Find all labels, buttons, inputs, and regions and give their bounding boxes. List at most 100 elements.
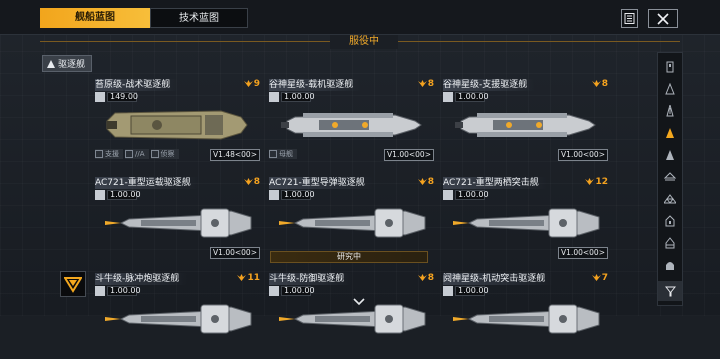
- ship-name: 谷神星级-载机驱逐舰: [269, 79, 362, 91]
- sidebar-item-class-10[interactable]: [658, 255, 682, 275]
- role-label: //A: [135, 150, 145, 158]
- sidebar-item-class-8[interactable]: [658, 211, 682, 231]
- close-button[interactable]: [648, 9, 678, 28]
- sidebar-item-class-1[interactable]: [658, 57, 682, 77]
- stat-icon: [95, 286, 105, 296]
- ship-name: 谷神星级-支援驱逐舰: [443, 79, 536, 91]
- role-icon: [95, 150, 103, 158]
- sidebar-filter-button[interactable]: [658, 281, 682, 301]
- blueprint-card[interactable]: 谷神星级-支援驱逐舰 8 1.00.00 V1.00<00>: [443, 79, 608, 165]
- stat-icon: [269, 286, 279, 296]
- ship-stat: 1.00.00: [269, 190, 315, 200]
- corvette-icon: [665, 83, 675, 95]
- sidebar-item-class-5[interactable]: [658, 145, 682, 165]
- sidebar-item-destroyer[interactable]: [658, 123, 682, 143]
- role-tag: 母舰: [269, 149, 297, 159]
- star-rating: 8: [591, 79, 608, 89]
- stat-icon: [95, 92, 105, 102]
- blueprint-card[interactable]: 谷神星级-载机驱逐舰 8 1.00.00 母舰 V1.00<00>: [269, 79, 434, 165]
- role-icon: [269, 150, 277, 158]
- sidebar-item-class-2[interactable]: [658, 79, 682, 99]
- sidebar-item-class-7[interactable]: [658, 189, 682, 209]
- sidebar-item-class-9[interactable]: [658, 233, 682, 253]
- ship-name: AC721-重型运载驱逐舰: [95, 177, 199, 189]
- role-label: 支援: [105, 150, 119, 158]
- role-tags: 母舰: [269, 149, 297, 159]
- role-tag: 侦察: [150, 149, 179, 159]
- star-count: 12: [595, 177, 608, 187]
- top-bar: 舰船蓝图 技术蓝图: [0, 0, 720, 35]
- research-status-bar: 研究中: [270, 251, 428, 263]
- commander-avatar[interactable]: [60, 271, 86, 297]
- ship-image: [105, 208, 252, 238]
- scroll-down-icon[interactable]: [353, 298, 365, 306]
- blueprint-card[interactable]: 苔原级-战术驱逐舰 9 149.00 支援 //A 侦察 V1.48<00>: [95, 79, 260, 165]
- blueprint-card[interactable]: 斗牛级-防御驱逐舰 8 1.00.00: [269, 273, 434, 359]
- frigate-icon: [666, 61, 674, 73]
- ship-stat: 1.00.00: [443, 92, 489, 102]
- filter-icon: [664, 286, 676, 296]
- star-count: 8: [427, 177, 434, 187]
- blueprint-card[interactable]: AC721-重型运载驱逐舰 8 1.00.00 V1.00<00>: [95, 177, 260, 263]
- role-tag: 支援: [95, 149, 123, 159]
- sidebar-item-class-6[interactable]: [658, 167, 682, 187]
- stat-icon: [269, 190, 279, 200]
- stat-icon: [269, 92, 279, 102]
- filter-label: 驱逐舰: [58, 60, 86, 70]
- star-count: 9: [253, 79, 260, 89]
- ship-type-filter[interactable]: 驱逐舰: [42, 55, 93, 72]
- list-button[interactable]: [621, 9, 638, 28]
- ship-name: 阋神星级-机动突击驱逐舰: [443, 273, 554, 285]
- stat-value: 149.00: [107, 92, 138, 102]
- carrier-icon: [664, 194, 676, 204]
- star-count: 8: [427, 79, 434, 89]
- stat-icon: [443, 92, 453, 102]
- sidebar-item-class-3[interactable]: [658, 101, 682, 121]
- blueprint-card[interactable]: 斗牛级-脉冲炮驱逐舰 11 1.00.00: [95, 273, 260, 359]
- role-tags: 支援 //A 侦察: [95, 149, 179, 159]
- role-label: 侦察: [160, 150, 175, 158]
- rank-wings-icon: [585, 178, 595, 185]
- tab-ship-blueprint[interactable]: 舰船蓝图: [40, 8, 150, 28]
- star-count: 11: [247, 273, 260, 283]
- stat-value: 1.00.00: [455, 190, 489, 200]
- star-count: 7: [601, 273, 608, 283]
- role-label: 母舰: [279, 150, 293, 158]
- version-badge: V1.00<00>: [210, 247, 260, 259]
- star-count: 8: [427, 273, 434, 283]
- battleship-icon: [665, 215, 675, 227]
- stat-value: 1.00.00: [281, 92, 315, 102]
- ship-image: [105, 304, 252, 334]
- stat-value: 1.00.00: [281, 286, 315, 296]
- blueprint-card[interactable]: AC721-重型两栖突击舰 12 1.00.00 V1.00<00>: [443, 177, 608, 263]
- ship-image: [106, 110, 248, 140]
- version-badge: V1.00<00>: [558, 247, 608, 259]
- stat-value: 1.00.00: [455, 286, 489, 296]
- ship-name: AC721-重型两栖突击舰: [443, 177, 547, 189]
- version-badge: V1.48<00>: [210, 149, 260, 161]
- star-rating: 7: [591, 273, 608, 283]
- star-rating: 8: [417, 273, 434, 283]
- role-tag: //A: [125, 149, 149, 159]
- ship-image: [281, 113, 422, 137]
- dreadnought-icon: [665, 237, 675, 249]
- version-badge: V1.00<00>: [558, 149, 608, 161]
- stat-value: 1.00.00: [107, 190, 141, 200]
- star-rating: 9: [243, 79, 260, 89]
- version-badge: V1.00<00>: [384, 149, 434, 161]
- ship-stat: 1.00.00: [95, 286, 141, 296]
- ship-stat: 1.00.00: [269, 286, 315, 296]
- destroyer-icon: [47, 59, 55, 68]
- star-rating: 12: [585, 177, 608, 187]
- ship-image: [453, 208, 600, 238]
- ship-name: 斗牛级-防御驱逐舰: [269, 273, 353, 285]
- rank-wings-icon: [591, 80, 601, 87]
- ship-class-sidebar: [657, 52, 683, 306]
- ship-stat: 1.00.00: [269, 92, 315, 102]
- escort-icon: [666, 105, 674, 117]
- ship-stat: 1.00.00: [443, 286, 489, 296]
- cruiser-icon: [666, 150, 674, 160]
- faction-emblem-icon: [64, 277, 82, 293]
- tab-tech-blueprint[interactable]: 技术蓝图: [150, 8, 248, 28]
- blueprint-card[interactable]: 阋神星级-机动突击驱逐舰 7 1.00.00: [443, 273, 608, 359]
